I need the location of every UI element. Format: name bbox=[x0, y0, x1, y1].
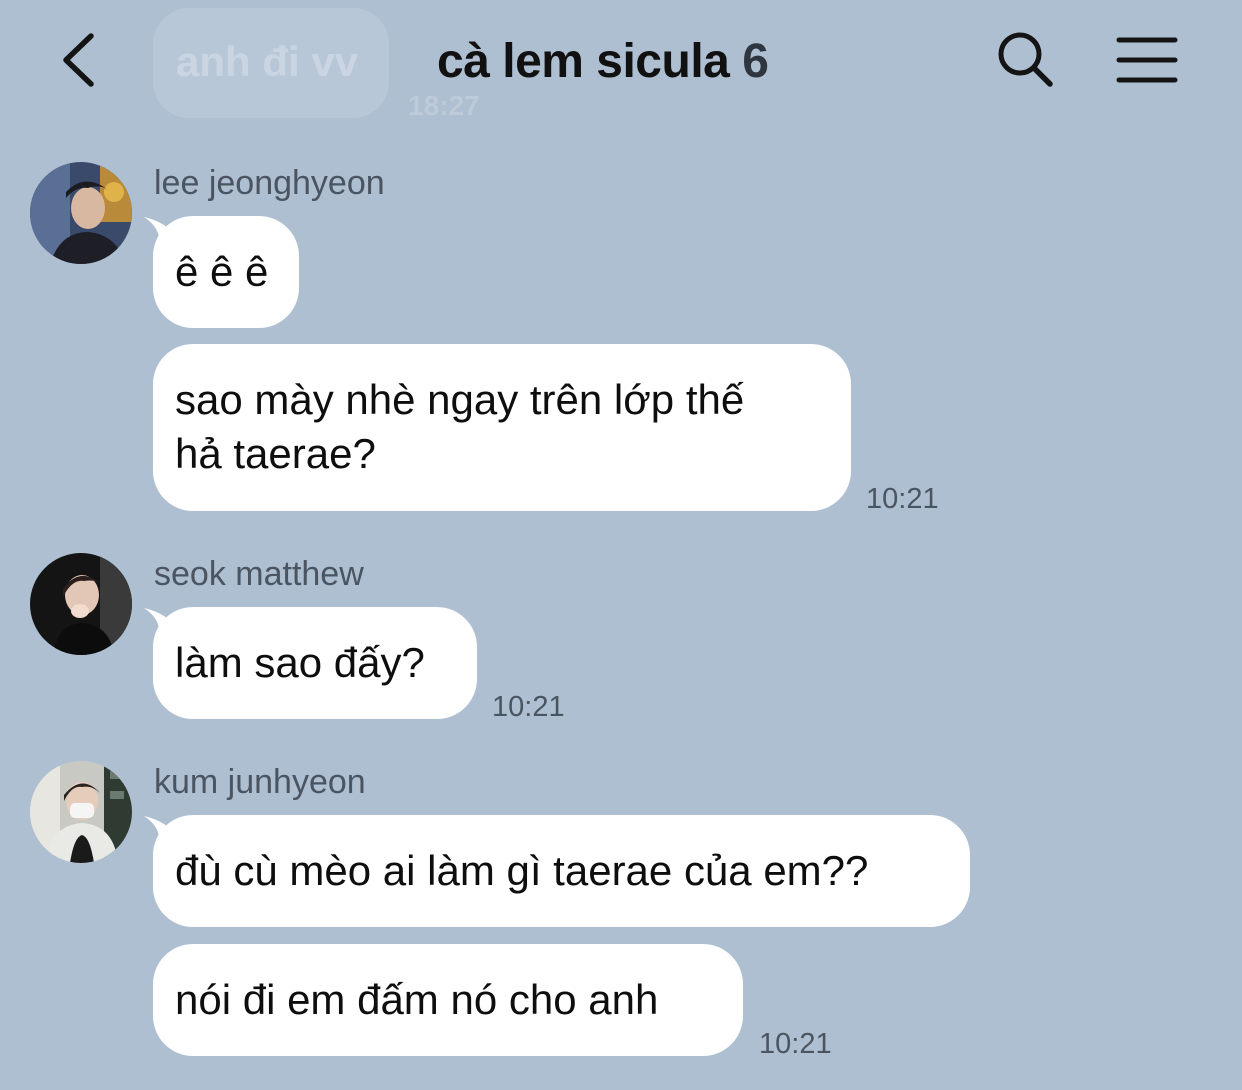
message-text: hả taerae? bbox=[175, 430, 376, 477]
avatar[interactable] bbox=[30, 162, 132, 264]
chat-title: cà lem sicula 6 bbox=[437, 34, 769, 89]
message-bubble[interactable]: làm sao đấy? bbox=[153, 607, 477, 719]
message-text: đù cù mèo ai làm gì taerae của em?? bbox=[175, 847, 869, 894]
chat-header: anh đi vv 18:27 cà lem sicula 6 bbox=[0, 0, 1242, 130]
message-bubble[interactable]: ê ê ê bbox=[153, 216, 299, 328]
sender-name: seok matthew bbox=[154, 555, 364, 593]
sender-name: kum junhyeon bbox=[154, 763, 366, 801]
avatar-photo bbox=[30, 162, 132, 264]
message-time: 10:21 bbox=[866, 483, 939, 515]
avatar[interactable] bbox=[30, 553, 132, 655]
message-text: làm sao đấy? bbox=[175, 639, 425, 686]
member-count: 6 bbox=[742, 35, 769, 88]
scrolled-message-time: 18:27 bbox=[408, 90, 480, 121]
message-bubble[interactable]: đù cù mèo ai làm gì taerae của em?? bbox=[153, 815, 970, 927]
message-text: sao mày nhè ngay trên lớp thế bbox=[175, 376, 745, 423]
chevron-left-icon[interactable] bbox=[58, 30, 98, 90]
chat-name: cà lem sicula bbox=[437, 35, 730, 88]
message-text: ê ê ê bbox=[175, 248, 269, 295]
message-time: 10:21 bbox=[759, 1028, 832, 1060]
avatar-photo bbox=[30, 553, 132, 655]
sender-name: lee jeonghyeon bbox=[154, 164, 385, 202]
message-bubble[interactable]: nói đi em đấm nó cho anh bbox=[153, 944, 743, 1056]
avatar[interactable] bbox=[30, 761, 132, 863]
hamburger-menu-icon[interactable] bbox=[1116, 36, 1178, 84]
message-time: 10:21 bbox=[492, 691, 565, 723]
search-icon[interactable] bbox=[996, 30, 1054, 88]
scrolled-message-text: anh đi vv bbox=[176, 38, 359, 85]
avatar-photo bbox=[30, 761, 132, 863]
message-bubble[interactable]: sao mày nhè ngay trên lớp thế hả taerae? bbox=[153, 344, 851, 511]
message-text: nói đi em đấm nó cho anh bbox=[175, 976, 659, 1023]
